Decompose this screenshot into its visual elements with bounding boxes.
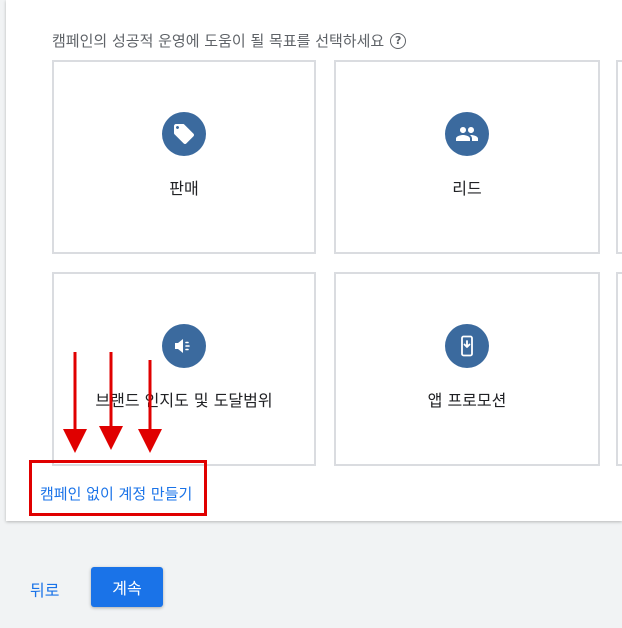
create-account-without-campaign-link[interactable]: 캠페인 없이 계정 만들기: [40, 483, 192, 504]
back-button[interactable]: 뒤로: [30, 577, 59, 601]
annotation-arrows: [63, 352, 162, 453]
continue-button[interactable]: 계속: [91, 567, 163, 607]
